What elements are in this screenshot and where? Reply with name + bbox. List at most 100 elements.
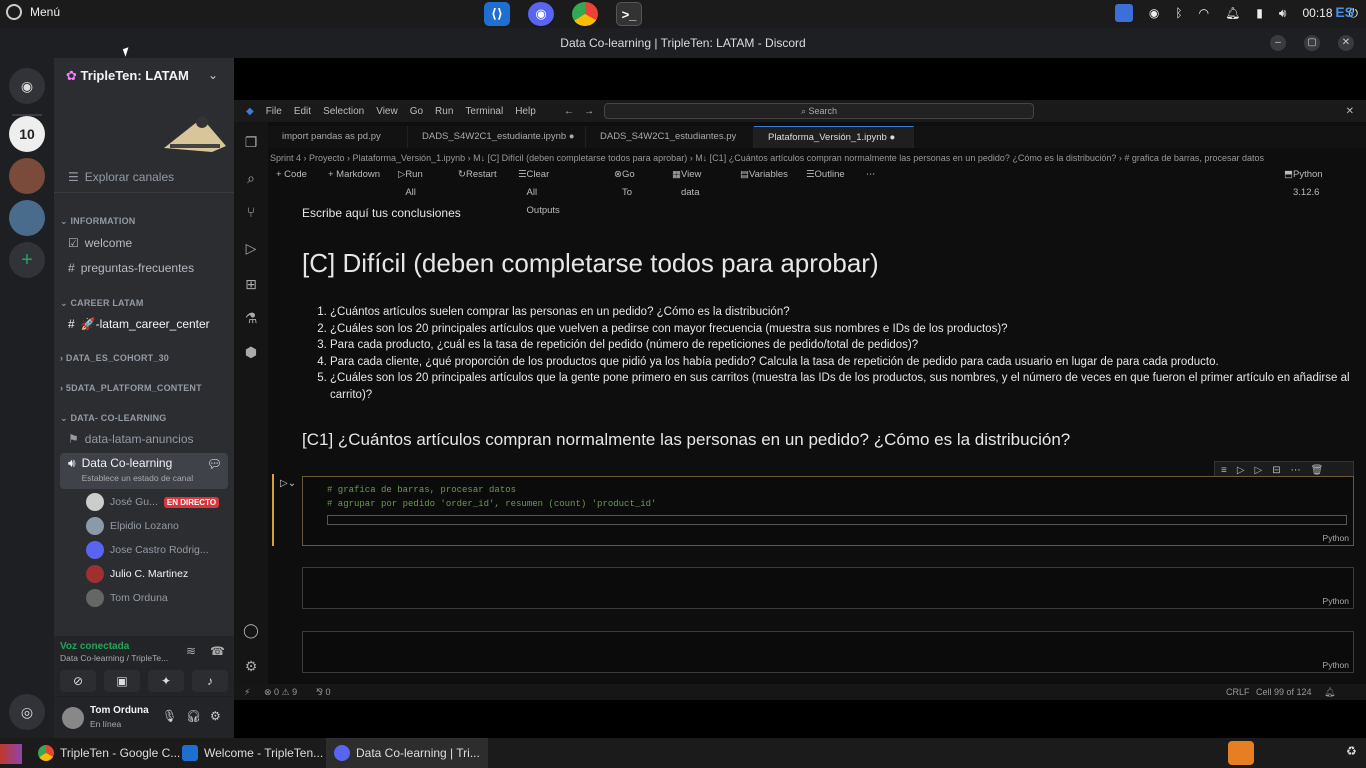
goto-button[interactable]: ⊗ Go To <box>614 166 635 198</box>
trash-icon[interactable]: ♻ <box>1346 744 1357 758</box>
kernel-picker[interactable]: ⬒ Python 3.12.6 <box>1284 166 1323 198</box>
run-by-line-icon[interactable]: ≡ <box>1221 465 1227 476</box>
system-menu-button[interactable]: Menú <box>6 4 60 20</box>
menu-terminal[interactable]: Terminal <box>465 106 503 117</box>
more-icon[interactable]: ⋯ <box>866 166 876 184</box>
menu-go[interactable]: Go <box>410 106 423 117</box>
keyboard-language[interactable]: ES <box>1335 4 1354 20</box>
bluetooth-icon[interactable]: ᛒ <box>1175 6 1182 20</box>
minimize-button[interactable]: – <box>1270 35 1286 51</box>
taskbar-chrome[interactable]: TripleTen - Google C... <box>38 738 180 768</box>
testing-icon[interactable]: ⚗ <box>243 310 259 326</box>
variables-button[interactable]: ▤ Variables <box>740 166 788 184</box>
explorer-icon[interactable]: ❐ <box>243 134 259 150</box>
cell-language[interactable]: Python <box>1323 660 1349 670</box>
tab-dads-ipynb[interactable]: DADS_S4W2C1_estudiante.ipynb ● <box>408 126 586 148</box>
add-code-button[interactable]: + Code <box>276 166 307 184</box>
microphone-icon[interactable]: 🎙︎ <box>162 709 177 723</box>
clock[interactable]: 00:18 <box>1302 6 1332 20</box>
category-career[interactable]: ⌄ CAREER LATAM <box>60 298 144 309</box>
menu-view[interactable]: View <box>376 106 398 117</box>
menu-help[interactable]: Help <box>515 106 536 117</box>
gear-icon[interactable]: ⚙ <box>210 709 221 723</box>
channel-faq[interactable]: # preguntas-frecuentes <box>60 257 228 279</box>
clear-outputs-button[interactable]: ☰ Clear All Outputs <box>518 166 560 216</box>
run-cell-icon[interactable]: ▷⌄ <box>280 478 296 489</box>
show-desktop-icon[interactable] <box>0 744 22 764</box>
add-markdown-button[interactable]: + Markdown <box>328 166 380 184</box>
breadcrumb[interactable]: Sprint 4 › Proyecto › Plataforma_Versión… <box>268 150 1366 166</box>
remote-icon[interactable]: ⚡ <box>244 684 250 700</box>
discord-launcher-icon[interactable]: ◉ <box>528 2 554 26</box>
cell-language[interactable]: Python <box>1323 596 1349 606</box>
run-debug-icon[interactable]: ▷ <box>243 240 259 256</box>
taskbar-discord[interactable]: Data Co-learning | Tri... <box>326 738 488 768</box>
delete-icon[interactable]: 🗑︎ <box>1311 465 1324 476</box>
channel-status-text[interactable]: Establece un estado de canal <box>82 473 194 483</box>
explore-channels[interactable]: ☰ Explorar canales <box>60 166 228 188</box>
category-information[interactable]: ⌄ INFORMATION <box>60 216 135 227</box>
accessibility-icon[interactable] <box>1114 4 1133 22</box>
server-avatar-2[interactable] <box>9 158 45 194</box>
ports-count[interactable]: ⅋ 0 <box>316 684 331 700</box>
more-icon[interactable]: ⋯ <box>1291 465 1301 476</box>
battery-icon[interactable]: ▮ <box>1256 6 1263 20</box>
code-cell-active[interactable]: # grafica de barras, procesar datos # ag… <box>302 476 1354 546</box>
add-server-icon[interactable]: + <box>9 242 45 278</box>
screen-share-button[interactable]: ▣ <box>104 670 140 692</box>
channel-anuncios[interactable]: ⚑ data-latam-anuncios <box>60 428 228 450</box>
tab-import-pandas[interactable]: import pandas as pd.py <box>268 126 408 148</box>
menu-run[interactable]: Run <box>435 106 453 117</box>
server-avatar-3[interactable] <box>9 200 45 236</box>
search-icon[interactable]: ⌕ <box>243 170 259 186</box>
command-search[interactable]: ⌕ Search <box>604 103 1034 119</box>
voice-user[interactable]: Tom Orduna <box>86 587 168 609</box>
maximize-button[interactable]: ▢ <box>1304 35 1320 51</box>
markdown-heading[interactable]: [C] Difícil (deben completarse todos par… <box>302 248 879 279</box>
channel-career-center[interactable]: # 🚀-latam_career_center <box>60 313 228 335</box>
taskbar-vscode[interactable]: Welcome - TripleTen... <box>182 738 323 768</box>
discover-icon[interactable]: ◎ <box>9 694 45 730</box>
terminal-launcher-icon[interactable]: >_ <box>616 2 642 26</box>
eol-indicator[interactable]: CRLF <box>1226 684 1250 700</box>
split-cell-icon[interactable]: ⊟ <box>1272 465 1280 476</box>
restart-button[interactable]: ↻ Restart <box>458 166 497 184</box>
voice-location[interactable]: Data Co-learning / TripleTe... <box>60 653 168 663</box>
bell-icon[interactable]: 🔔︎ <box>1324 684 1335 700</box>
markdown-subheading[interactable]: [C1] ¿Cuántos artículos compran normalme… <box>302 430 1070 450</box>
avatar[interactable] <box>62 707 84 729</box>
code-cell-empty[interactable]: Python <box>302 631 1354 673</box>
chrome-launcher-icon[interactable] <box>572 2 598 26</box>
tab-dads-py[interactable]: DADS_S4W2C1_estudiantes.py <box>586 126 754 148</box>
discord-tray-icon[interactable]: ◉ <box>1149 6 1159 20</box>
server-header[interactable]: ✿ TripleTen: LATAM <box>66 68 189 84</box>
python-icon[interactable]: ⬢ <box>243 344 259 360</box>
close-button[interactable]: ✕ <box>1338 35 1354 51</box>
category-colearning[interactable]: ⌄ DATA- CO-LEARNING <box>60 413 167 424</box>
channel-welcome[interactable]: ☑ welcome <box>60 232 228 254</box>
problems-count[interactable]: ⊗ 0 ⚠ 9 <box>264 684 297 700</box>
cell-language[interactable]: Python <box>1323 533 1349 543</box>
close-icon[interactable]: ✕ <box>1346 106 1354 117</box>
chat-bubble-icon[interactable]: 💬︎ <box>207 457 222 471</box>
chevron-down-icon[interactable]: ⌄ <box>208 68 218 82</box>
server-tripleten-icon[interactable]: 10 <box>9 116 45 152</box>
view-data-button[interactable]: ▦ View data <box>672 166 701 198</box>
vscode-launcher-icon[interactable]: ⟨⟩ <box>484 2 510 26</box>
account-icon[interactable]: ◯ <box>243 622 259 638</box>
extensions-icon[interactable]: ⊞ <box>243 276 259 292</box>
voice-status[interactable]: Voz conectada <box>60 641 129 652</box>
disconnect-icon[interactable]: ☎ <box>210 644 225 658</box>
wifi-icon[interactable]: ◠ <box>1199 6 1209 20</box>
menu-selection[interactable]: Selection <box>323 106 364 117</box>
source-control-icon[interactable]: ⑂ <box>243 204 259 220</box>
camera-off-button[interactable]: ⊘ <box>60 670 96 692</box>
cell-position[interactable]: Cell 99 of 124 <box>1256 684 1312 700</box>
channel-colearning-voice[interactable]: 🔊︎ Data Co-learning Establece un estado … <box>60 453 228 489</box>
headphones-icon[interactable]: 🎧︎ <box>186 709 201 723</box>
run-above-icon[interactable]: ▷ <box>1237 465 1245 476</box>
voice-user[interactable]: Julio C. Martinez <box>86 563 188 585</box>
menu-edit[interactable]: Edit <box>294 106 311 117</box>
direct-messages-button[interactable]: ◉ <box>9 68 45 104</box>
voice-user[interactable]: José Gu... EN DIRECTO <box>86 491 220 513</box>
